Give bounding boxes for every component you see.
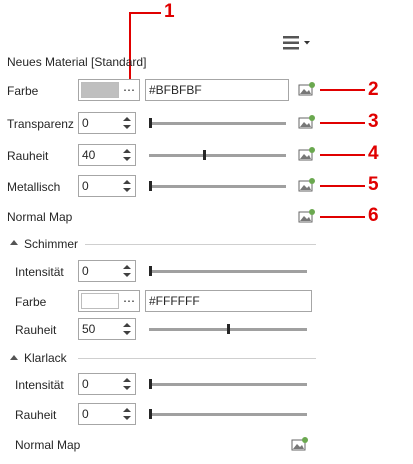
- schimmer-intensitaet-down-arrow[interactable]: [123, 273, 131, 277]
- farbe-swatch: [81, 82, 119, 98]
- schimmer-rauheit-down-arrow[interactable]: [123, 331, 131, 335]
- rauheit-down-arrow[interactable]: [123, 157, 131, 161]
- farbe-texture-icon[interactable]: [298, 82, 316, 97]
- klarlack-title: Klarlack: [24, 351, 67, 365]
- klarlack-rauheit-slider-thumb[interactable]: [149, 409, 152, 419]
- schimmer-farbe-hex-input[interactable]: #FFFFFF: [145, 290, 312, 312]
- farbe-label: Farbe: [7, 84, 39, 98]
- klarlack-normal-map-texture-icon[interactable]: [291, 437, 309, 452]
- schimmer-rauheit-spinbox[interactable]: 50: [78, 318, 136, 340]
- klarlack-intensitaet-down-arrow[interactable]: [123, 386, 131, 390]
- farbe-hex-value: #BFBFBF: [149, 83, 202, 97]
- metallisch-value: 0: [82, 179, 89, 193]
- callout-line-1-horizontal: [129, 12, 161, 14]
- metallisch-texture-icon[interactable]: [298, 178, 316, 193]
- schimmer-rauheit-slider[interactable]: [149, 324, 307, 334]
- farbe-hex-input[interactable]: #BFBFBF: [145, 79, 289, 101]
- metallisch-up-arrow[interactable]: [123, 180, 131, 184]
- material-title: Neues Material [Standard]: [7, 55, 147, 69]
- schimmer-intensitaet-slider-thumb[interactable]: [149, 266, 152, 276]
- klarlack-intensitaet-slider-thumb[interactable]: [149, 379, 152, 389]
- transparenz-texture-icon[interactable]: [298, 115, 316, 130]
- rauheit-up-arrow[interactable]: [123, 149, 131, 153]
- schimmer-intensitaet-value: 0: [82, 264, 89, 278]
- transparenz-value: 0: [82, 116, 89, 130]
- callout-line-6: [320, 216, 365, 218]
- transparenz-up-arrow[interactable]: [123, 117, 131, 121]
- klarlack-rauheit-up-arrow[interactable]: [123, 408, 131, 412]
- klarlack-rauheit-label: Rauheit: [15, 408, 57, 422]
- rauheit-slider-thumb[interactable]: [203, 150, 206, 160]
- callout-6: 6: [368, 205, 379, 226]
- callout-2: 2: [368, 79, 379, 100]
- transparenz-spinbox[interactable]: 0: [78, 112, 136, 134]
- klarlack-intensitaet-slider[interactable]: [149, 379, 307, 389]
- metallisch-slider[interactable]: [149, 181, 286, 191]
- klarlack-intensitaet-up-arrow[interactable]: [123, 378, 131, 382]
- klarlack-intensitaet-spinbox[interactable]: 0: [78, 373, 136, 395]
- rauheit-texture-icon[interactable]: [298, 147, 316, 162]
- metallisch-slider-thumb[interactable]: [149, 181, 152, 191]
- farbe-more-button[interactable]: ⋯: [123, 83, 135, 97]
- schimmer-rauheit-slider-thumb[interactable]: [227, 324, 230, 334]
- farbe-color-picker[interactable]: ⋯: [78, 79, 140, 101]
- schimmer-collapse-icon[interactable]: [10, 240, 18, 245]
- schimmer-farbe-hex-value: #FFFFFF: [149, 294, 200, 308]
- schimmer-farbe-more-button[interactable]: ⋯: [123, 294, 135, 308]
- schimmer-divider: [85, 244, 316, 245]
- hamburger-menu-button[interactable]: [283, 35, 313, 51]
- schimmer-rauheit-label: Rauheit: [15, 323, 57, 337]
- klarlack-normal-map-label: Normal Map: [15, 438, 81, 452]
- metallisch-down-arrow[interactable]: [123, 188, 131, 192]
- klarlack-rauheit-value: 0: [82, 407, 89, 421]
- callout-1: 1: [164, 1, 175, 22]
- klarlack-rauheit-spinbox[interactable]: 0: [78, 403, 136, 425]
- schimmer-farbe-label: Farbe: [15, 295, 47, 309]
- klarlack-rauheit-slider[interactable]: [149, 409, 307, 419]
- rauheit-spinbox[interactable]: 40: [78, 144, 136, 166]
- klarlack-intensitaet-label: Intensität: [15, 378, 64, 392]
- schimmer-intensitaet-spinbox[interactable]: 0: [78, 260, 136, 282]
- hamburger-menu-icon: [283, 36, 310, 50]
- klarlack-rauheit-down-arrow[interactable]: [123, 416, 131, 420]
- schimmer-rauheit-value: 50: [82, 322, 96, 336]
- callout-line-5: [320, 185, 365, 187]
- normal-map-label: Normal Map: [7, 210, 73, 224]
- schimmer-intensitaet-label: Intensität: [15, 265, 64, 279]
- metallisch-spinbox[interactable]: 0: [78, 175, 136, 197]
- klarlack-intensitaet-value: 0: [82, 377, 89, 391]
- rauheit-value: 40: [82, 148, 96, 162]
- schimmer-intensitaet-slider[interactable]: [149, 266, 307, 276]
- callout-line-2: [320, 89, 365, 91]
- klarlack-collapse-icon[interactable]: [10, 355, 18, 360]
- schimmer-intensitaet-up-arrow[interactable]: [123, 265, 131, 269]
- klarlack-divider: [78, 358, 316, 359]
- transparenz-slider[interactable]: [149, 118, 286, 128]
- schimmer-farbe-color-picker[interactable]: ⋯: [78, 290, 140, 312]
- rauheit-slider[interactable]: [149, 150, 286, 160]
- transparenz-down-arrow[interactable]: [123, 125, 131, 129]
- transparenz-label: Transparenz: [7, 117, 74, 131]
- callout-line-1-vertical: [129, 12, 131, 84]
- schimmer-farbe-swatch: [81, 293, 119, 309]
- normal-map-texture-icon[interactable]: [298, 209, 316, 224]
- rauheit-label: Rauheit: [7, 149, 49, 163]
- callout-line-3: [320, 122, 365, 124]
- callout-4: 4: [368, 143, 379, 164]
- transparenz-slider-thumb[interactable]: [149, 118, 152, 128]
- schimmer-title: Schimmer: [24, 237, 79, 251]
- schimmer-rauheit-up-arrow[interactable]: [123, 323, 131, 327]
- callout-5: 5: [368, 174, 379, 195]
- metallisch-label: Metallisch: [7, 180, 61, 194]
- callout-3: 3: [368, 111, 379, 132]
- callout-line-4: [320, 154, 365, 156]
